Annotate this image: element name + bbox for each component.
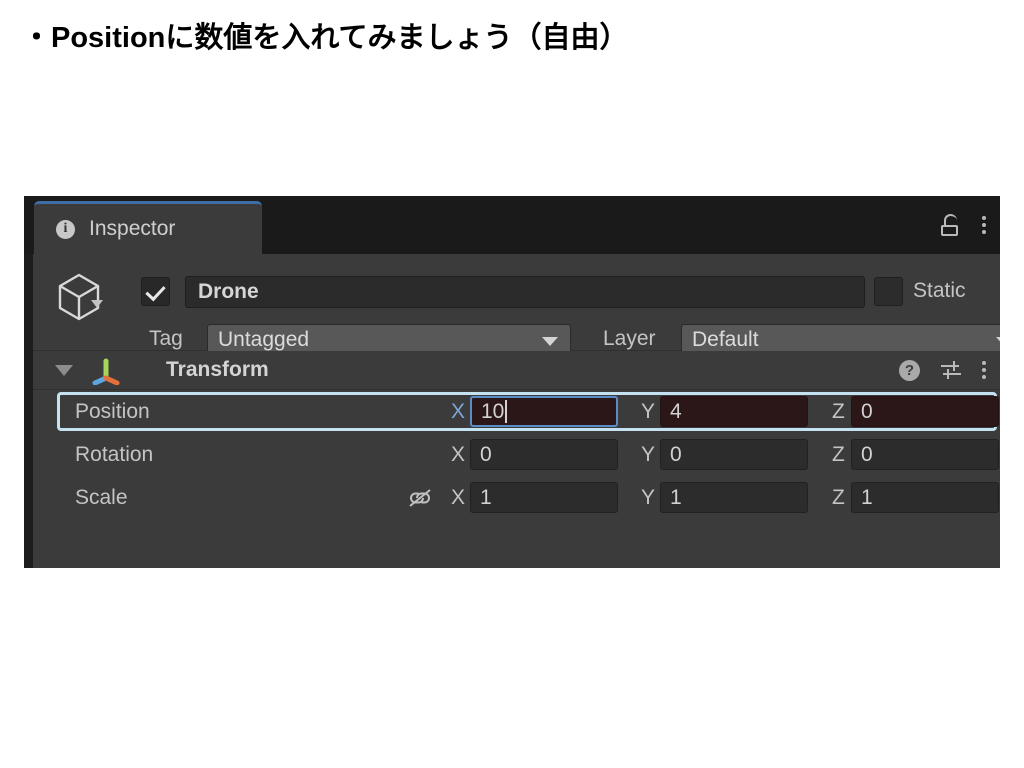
position-y-axis-label: Y: [641, 400, 655, 424]
tab-inspector-label: Inspector: [89, 217, 175, 241]
rotation-x-axis-label: X: [451, 443, 465, 467]
position-label: Position: [75, 400, 150, 424]
rotation-y-axis-label: Y: [641, 443, 655, 467]
kebab-menu-icon[interactable]: [982, 216, 986, 234]
static-checkbox[interactable]: [874, 277, 903, 306]
position-z-value: 0: [861, 400, 873, 424]
inspector-body: Drone Static Tag Untagged Layer Default: [24, 254, 1000, 568]
position-y-value: 4: [670, 400, 682, 424]
scale-z-input[interactable]: 1: [851, 482, 999, 513]
position-y-input[interactable]: 4: [660, 396, 808, 427]
rotation-x-input[interactable]: 0: [470, 439, 618, 470]
info-icon: i: [56, 220, 75, 239]
rotation-z-value: 0: [861, 443, 873, 467]
help-question-icon[interactable]: ?: [899, 360, 920, 381]
position-x-input[interactable]: 10: [470, 396, 618, 427]
rotation-z-axis-label: Z: [832, 443, 845, 467]
gameobject-active-checkbox[interactable]: [141, 277, 170, 306]
scale-label: Scale: [75, 486, 128, 510]
foldout-caret-icon[interactable]: [55, 365, 73, 376]
preset-sliders-icon[interactable]: [939, 360, 963, 380]
tag-label: Tag: [149, 327, 183, 351]
scale-y-input[interactable]: 1: [660, 482, 808, 513]
unlocked-padlock-icon[interactable]: [940, 214, 960, 236]
position-x-axis-label: X: [451, 400, 465, 424]
rotation-y-value: 0: [670, 443, 682, 467]
component-toolbar: ?: [899, 351, 986, 389]
static-label: Static: [913, 279, 966, 303]
rotation-y-input[interactable]: 0: [660, 439, 808, 470]
position-x-value: 10: [481, 400, 504, 424]
transform-gizmo-icon: [91, 357, 121, 385]
property-row-rotation: Rotation X 0 Y 0 Z 0: [33, 433, 1000, 476]
scale-z-value: 1: [861, 486, 873, 510]
scale-z-axis-label: Z: [832, 486, 845, 510]
transform-properties: Position X 10 Y 4 Z 0 Rotation X: [33, 390, 1000, 568]
layer-label: Layer: [603, 327, 656, 351]
left-gutter: [24, 254, 33, 568]
cube-icon-dropdown-caret[interactable]: [91, 300, 103, 308]
transform-component-header: Transform ?: [33, 351, 1000, 390]
cube-icon[interactable]: [55, 272, 103, 322]
scale-x-axis-label: X: [451, 486, 465, 510]
kebab-menu-icon[interactable]: [982, 361, 986, 379]
unlinked-chain-icon[interactable]: [407, 488, 433, 508]
inspector-toolbar: [940, 196, 986, 254]
component-title: Transform: [166, 358, 269, 382]
gameobject-name-value: Drone: [198, 280, 259, 304]
scale-y-value: 1: [670, 486, 682, 510]
gameobject-name-field[interactable]: Drone: [185, 276, 865, 308]
rotation-label: Rotation: [75, 443, 153, 467]
rotation-z-input[interactable]: 0: [851, 439, 999, 470]
text-cursor: [505, 400, 507, 423]
inspector-tab-bar: i Inspector: [24, 196, 1000, 254]
scale-y-axis-label: Y: [641, 486, 655, 510]
gameobject-header: Drone Static Tag Untagged Layer Default: [33, 254, 1000, 351]
position-z-input[interactable]: 0: [851, 396, 999, 427]
inspector-window: i Inspector: [24, 196, 1000, 568]
property-row-position: Position X 10 Y 4 Z 0: [33, 390, 1000, 433]
chevron-down-icon: [996, 337, 1000, 346]
scale-x-value: 1: [480, 486, 492, 510]
position-z-axis-label: Z: [832, 400, 845, 424]
scale-x-input[interactable]: 1: [470, 482, 618, 513]
tab-inspector[interactable]: i Inspector: [34, 201, 262, 254]
layer-value: Default: [692, 328, 759, 352]
rotation-x-value: 0: [480, 443, 492, 467]
property-row-scale: Scale X 1 Y 1 Z 1: [33, 476, 1000, 519]
tag-value: Untagged: [218, 328, 309, 352]
page-title: ・Positionに数値を入れてみましょう（自由）: [22, 14, 629, 56]
chevron-down-icon: [542, 337, 558, 346]
